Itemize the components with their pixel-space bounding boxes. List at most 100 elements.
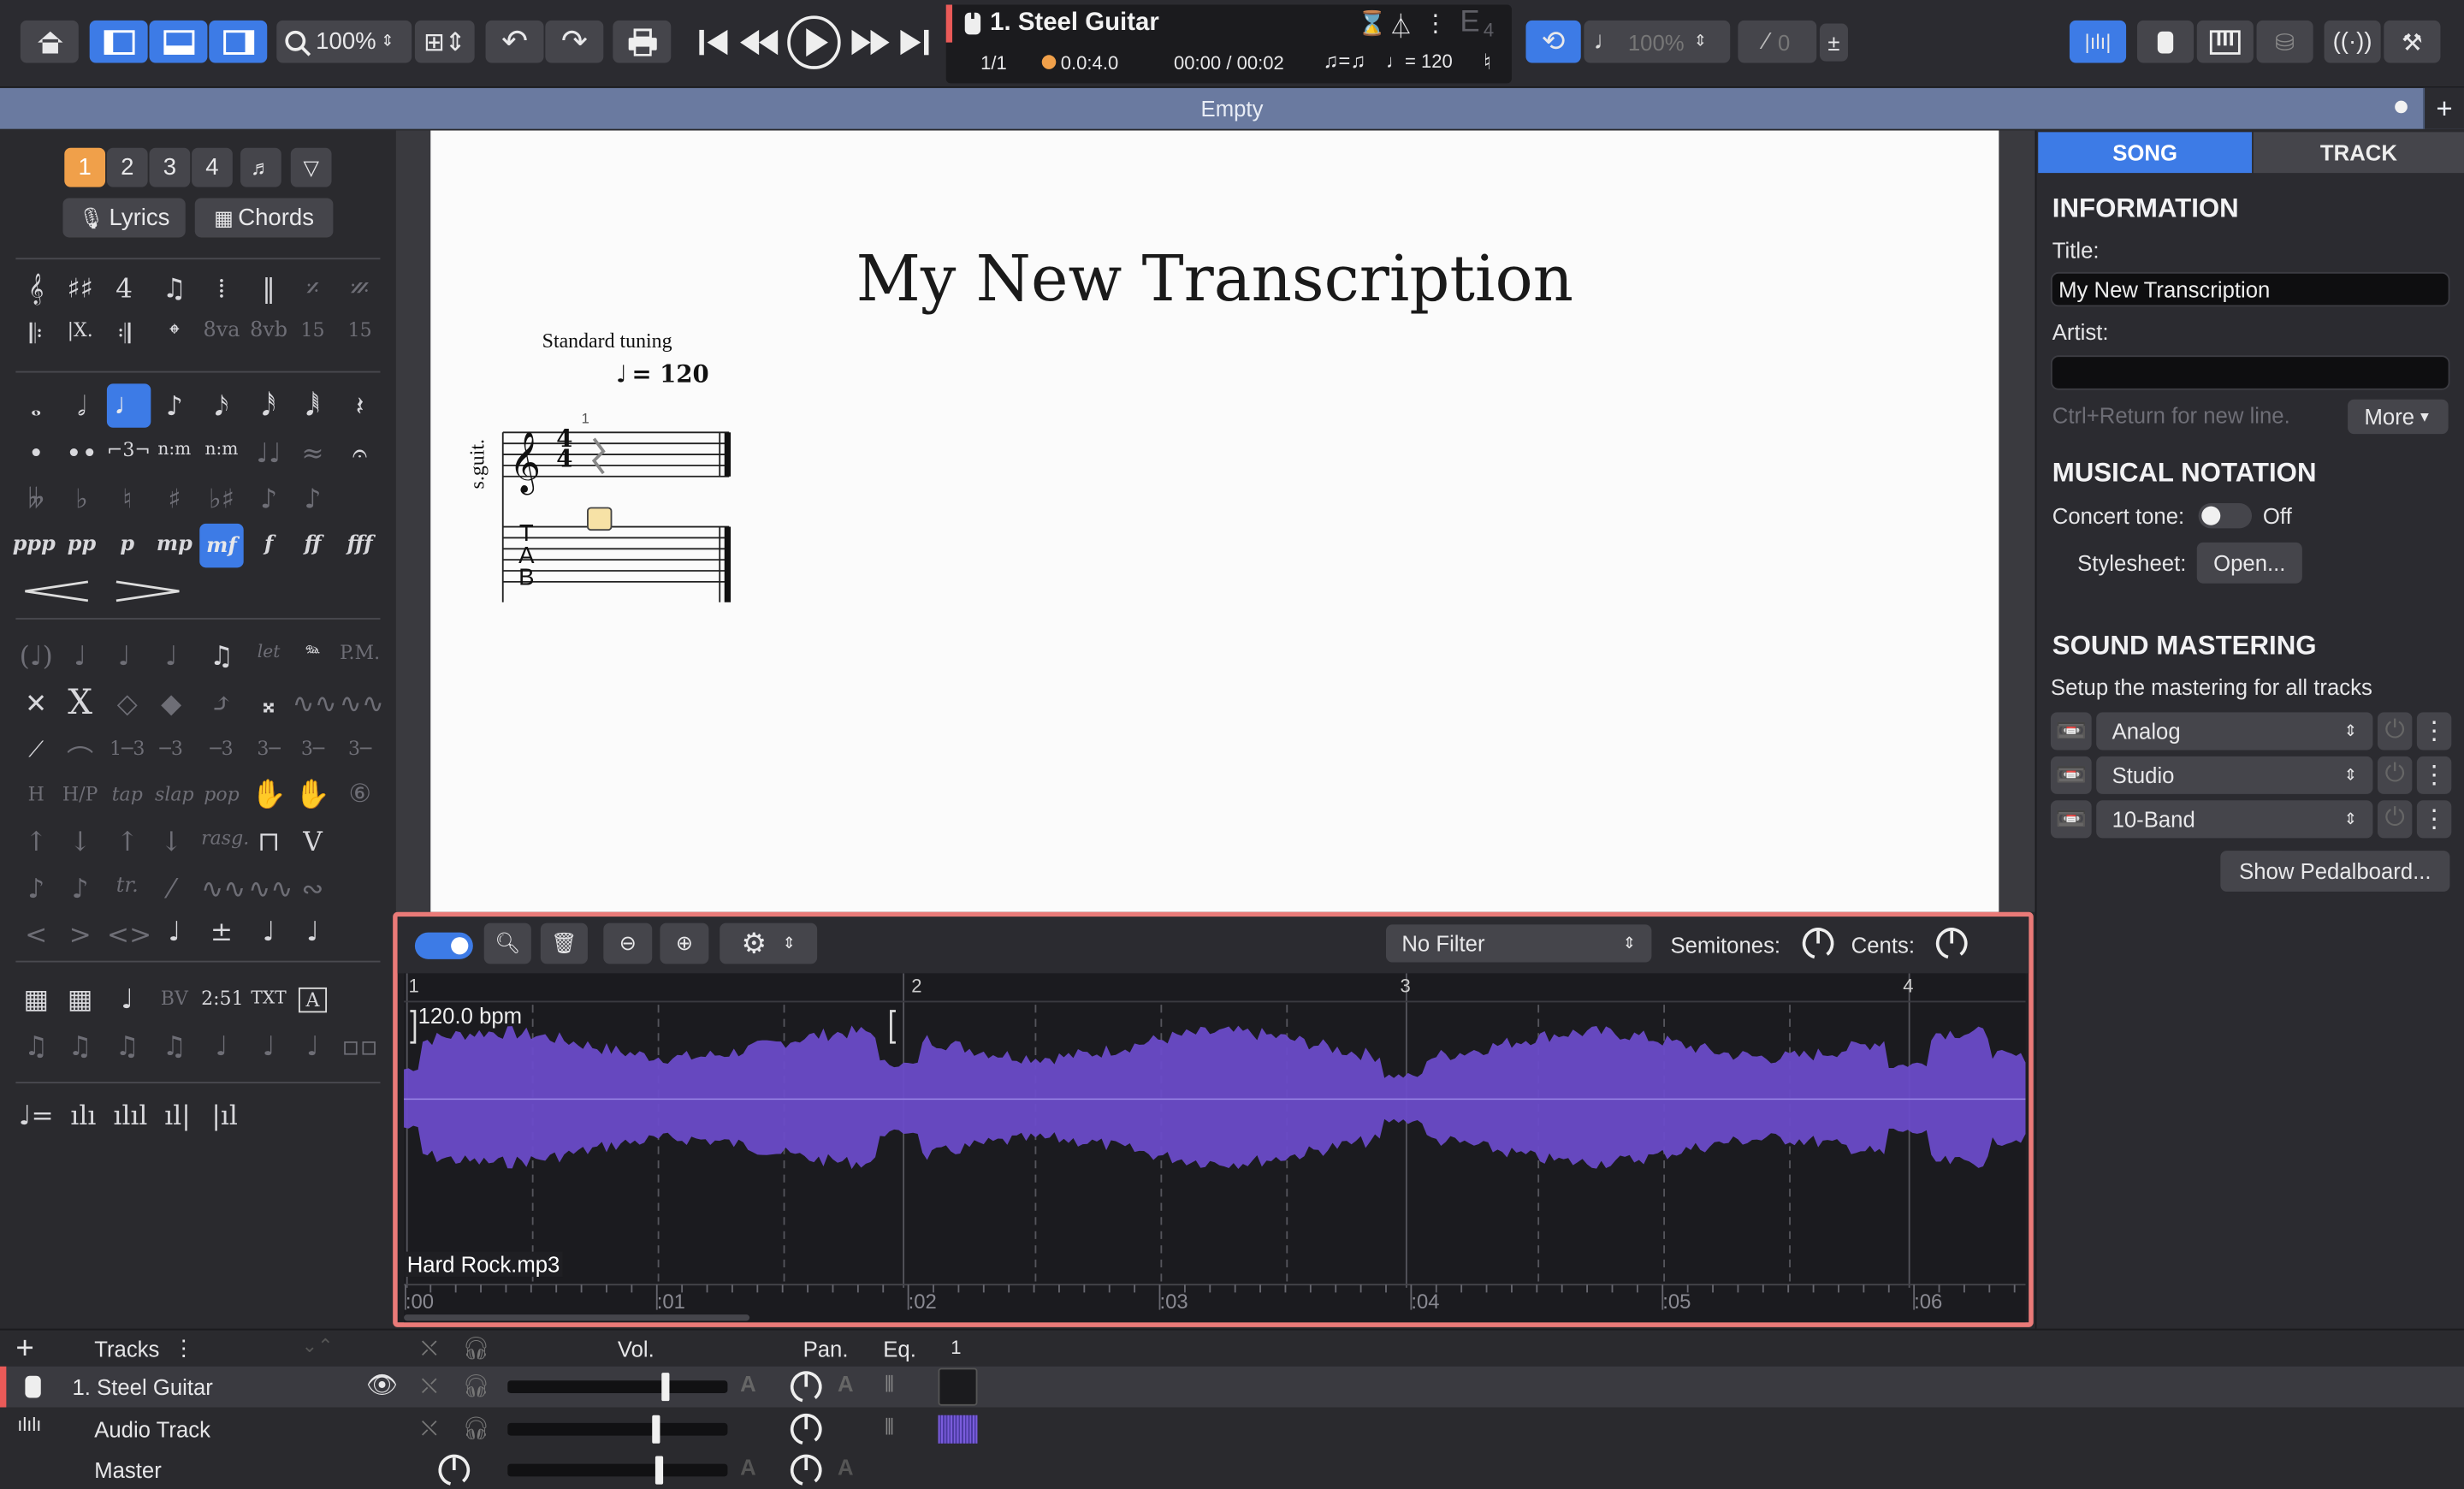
audio-browse-button[interactable]: 🔍︎ (483, 922, 531, 964)
thirty-second-note-icon[interactable]: 𝅘𝅥𝅰 (248, 392, 289, 424)
zoom-select[interactable]: 100% ⇕ (276, 20, 412, 63)
lyrics-button[interactable]: 🎙︎ Lyrics (62, 198, 186, 238)
quindicesima-bassa-icon[interactable]: 15 (340, 319, 381, 341)
master-volume-icon[interactable]: ılıl (110, 1100, 151, 1132)
hammer-on-icon[interactable]: ⌒ (60, 738, 101, 777)
tuning-label[interactable]: Standard tuning (542, 329, 672, 353)
slur-icon[interactable]: ≈ (293, 439, 334, 471)
piano-view-button[interactable] (2196, 20, 2254, 63)
track-row-audio[interactable]: ılılı Audio Track ⛌ 🎧︎ ⫴ (0, 1409, 2464, 1450)
add-note-icon[interactable]: ± (201, 917, 242, 948)
let-ring-icon[interactable]: let (248, 642, 289, 662)
key-signature-icon[interactable]: ♯♯ (60, 274, 101, 306)
dynamic-fff[interactable]: fff (340, 533, 381, 557)
voice-menu-button[interactable]: ▽ (290, 147, 332, 187)
score-title[interactable]: My New Transcription (430, 244, 1999, 317)
home-button[interactable] (20, 20, 79, 63)
eye-icon[interactable]: 👁︎ (366, 1369, 398, 1401)
voice-2-button[interactable]: 2 (106, 147, 148, 187)
track-name[interactable]: Audio Track (94, 1417, 210, 1442)
beam-icon[interactable]: ♫ (60, 1031, 101, 1063)
clef-icon[interactable]: 𝄞 (15, 274, 56, 306)
repeat-open-icon[interactable]: ⁞ (201, 274, 242, 306)
brush-down-icon[interactable]: ↓ (60, 828, 101, 859)
ornament-icon[interactable]: ♩ (293, 917, 334, 948)
golpe-icon[interactable]: ♩ (248, 917, 289, 948)
bpm-label[interactable]: 120.0 bpm (418, 1003, 523, 1028)
volume-slider[interactable] (507, 1380, 728, 1393)
master-pan-knob[interactable] (437, 1453, 471, 1487)
crescendo-icon[interactable] (22, 578, 92, 603)
grace-before-icon[interactable]: ♪ (15, 875, 56, 906)
headphones-icon[interactable]: 🎧︎ (462, 1335, 490, 1361)
dynamic-mp[interactable]: mp (154, 533, 195, 557)
pan-automation-icon[interactable]: ıl| (157, 1100, 198, 1132)
double-flat-icon[interactable]: 𝄫 (15, 484, 56, 516)
dynamic-pp[interactable]: pp (62, 533, 103, 557)
auto-stem-icon[interactable]: ♩ (201, 1031, 242, 1063)
dynamic-mf[interactable]: mf (199, 523, 244, 568)
collapse-icon[interactable]: ⌄⌃ (302, 1335, 334, 1357)
ottava-icon[interactable]: 8va (201, 319, 242, 343)
eq-icon[interactable]: ⫴ (885, 1414, 894, 1440)
drums-view-button[interactable]: ⛁ (2256, 20, 2313, 63)
add-track-button[interactable]: + (15, 1332, 33, 1367)
volume-knob[interactable] (661, 1373, 671, 1402)
horizontal-scrollbar[interactable] (404, 1314, 750, 1321)
auto-pan-icon[interactable]: A (838, 1455, 854, 1480)
auto-volume-icon[interactable]: A (740, 1455, 756, 1480)
natural-icon[interactable]: ♮ (107, 484, 148, 516)
palm-mute-icon[interactable]: P.M. (340, 642, 381, 664)
audio-settings-button[interactable]: ⚙ ⇕ (720, 922, 818, 964)
volume-knob[interactable] (654, 1456, 663, 1485)
tuplet-icon[interactable]: n:m (154, 439, 195, 460)
fast-forward-icon[interactable] (850, 27, 891, 58)
stem-down-icon[interactable]: ♩ (293, 1031, 334, 1063)
vibrato-icon[interactable]: ∿∿ (293, 689, 337, 721)
waveform-area[interactable] (404, 973, 2026, 1323)
concert-tone-toggle[interactable] (2198, 502, 2253, 529)
audio-clip-thumbnail[interactable] (938, 1415, 978, 1444)
arpeggio-down-icon[interactable]: ↓ (151, 828, 192, 859)
tremolo-picking-icon[interactable]: ∿∿ (201, 875, 246, 906)
bend-icon[interactable]: ⤴ (201, 689, 242, 721)
rasgueado-icon[interactable]: rasg. (201, 828, 249, 850)
heavy-accent-icon[interactable]: ♩ (104, 642, 145, 673)
tuplet-custom-icon[interactable]: n:m (201, 439, 242, 460)
pan-knob[interactable] (789, 1369, 823, 1403)
whole-note-icon[interactable]: 𝅝 (15, 392, 56, 424)
power-icon[interactable]: ⏻ (2377, 800, 2413, 839)
eighth-note-icon[interactable]: ♪ (154, 392, 195, 424)
instrument-settings-button[interactable]: ⚒ (2384, 20, 2441, 63)
text-icon[interactable]: TXT (248, 988, 289, 1008)
more-vertical-icon[interactable]: ⋮ (173, 1335, 195, 1361)
track-row-master[interactable]: Master A A (0, 1450, 2464, 1489)
more-button[interactable]: More ▼ (2348, 399, 2449, 435)
zoom-in-button[interactable]: ⊕ (660, 922, 709, 964)
tempo-marking[interactable]: ♩ = 120 (616, 360, 709, 389)
lyric-note-icon[interactable]: ♩ (107, 984, 148, 1016)
volume-swell-icon[interactable]: <> (107, 920, 151, 952)
repeat-end-icon[interactable]: 𝄇 (104, 319, 145, 351)
speed-select[interactable]: ♩ 100% ⇕ (1584, 20, 1731, 63)
pop-icon[interactable]: pop (201, 783, 242, 805)
double-simile-icon[interactable]: 𝄏 (340, 274, 381, 306)
tenuto-icon[interactable]: ♫ (201, 642, 242, 673)
delete-audio-button[interactable]: 🗑︎ (540, 922, 588, 964)
current-track-name[interactable]: 1. Steel Guitar (990, 9, 1159, 38)
cursor-box[interactable] (587, 507, 613, 531)
quarter-note-button[interactable]: ♩ (106, 383, 151, 428)
filter-select[interactable]: No Filter ⇕ (1385, 924, 1652, 963)
sixteenth-note-icon[interactable]: 𝅘𝅥𝅯 (201, 392, 242, 424)
new-tab-button[interactable]: + (2423, 87, 2464, 129)
more-vertical-icon[interactable]: ⋮ (1424, 9, 1448, 38)
mute-icon[interactable]: ⛌ (421, 1373, 437, 1399)
dead-note-icon[interactable]: ✕ (15, 689, 56, 721)
mute-all-icon[interactable]: ⛌ (421, 1335, 437, 1361)
mastering-select-analog[interactable]: Analog ⇕ (2096, 712, 2373, 750)
undo-button[interactable]: ↶ (485, 20, 544, 63)
more-vertical-icon[interactable]: ⋮ (2416, 712, 2452, 750)
pedal-icon[interactable]: 𝆮 (293, 642, 334, 667)
auto-pan-icon[interactable]: A (838, 1371, 854, 1396)
slide-icon[interactable]: ─3 (201, 738, 242, 760)
